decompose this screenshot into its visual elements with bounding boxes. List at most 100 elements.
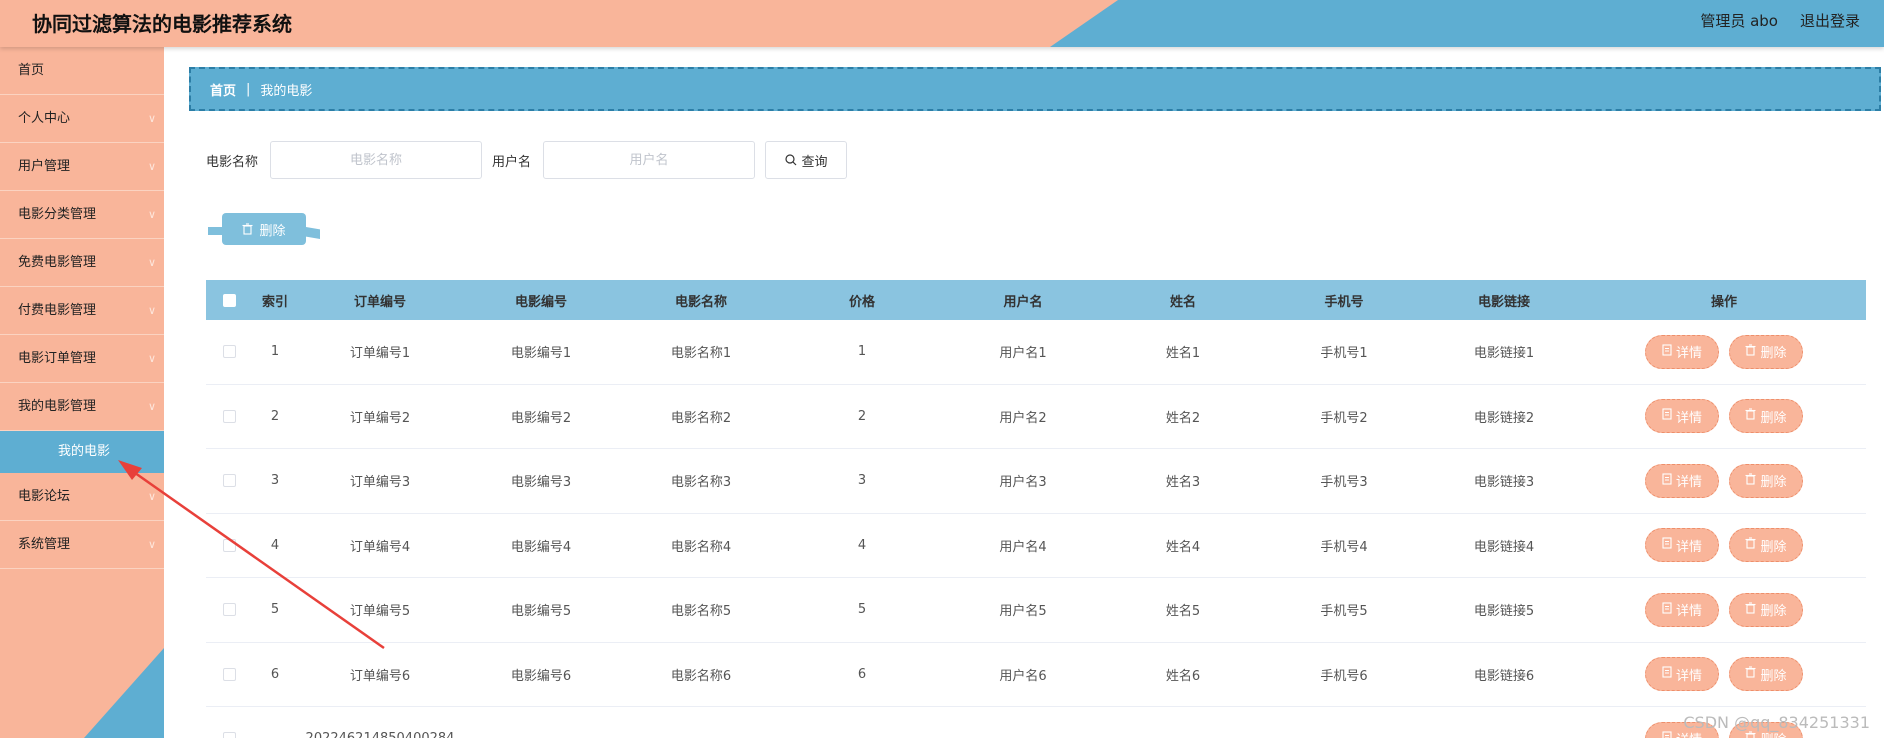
sidebar-item-6[interactable]: 电影订单管理 ∨ [0,335,164,383]
cell-phone: 手机号1 [1320,346,1368,362]
app-title: 协同过滤算法的电影推荐系统 [32,12,292,36]
cell-order-no: 订单编号6 [349,668,411,684]
cell-name: 姓名4 [1165,539,1201,555]
cell-index: 4 [270,537,280,553]
cell-movie-link: 电影链接6 [1473,668,1535,684]
cell-order-no: 202246214850400284 [298,731,462,738]
breadcrumb-home[interactable]: 首页 [210,80,236,99]
trash-icon [1745,473,1756,489]
logout-link[interactable]: 退出登录 [1800,10,1860,31]
detail-button[interactable]: 详情 [1645,399,1719,434]
cell-movie-link: 电影链接3 [1473,475,1535,491]
delete-button-label: 删除 [1760,539,1787,555]
col-header-movie-no: 电影编号 [514,294,567,310]
sidebar-item-2[interactable]: 用户管理 ∨ [0,143,164,191]
cell-movie-no: 电影编号5 [510,604,572,620]
cell-username: 用户名4 [999,539,1047,555]
cell-order-no: 订单编号2 [349,410,411,426]
sidebar-item-label: 电影论坛 [18,489,71,504]
delete-button-label: 删除 [1760,475,1787,491]
sidebar-item-3[interactable]: 电影分类管理 ∨ [0,191,164,239]
sidebar-subitem-my-movies[interactable]: 我的电影 [0,431,164,473]
col-header-actions: 操作 [1710,294,1737,310]
orders-table: 索引 订单编号 电影编号 电影名称 价格 用户名 姓名 手机号 电影链接 操作 … [206,280,1866,738]
row-checkbox[interactable] [222,603,236,617]
cell-movie-link: 电影链接4 [1473,539,1535,555]
detail-button[interactable]: 详情 [1645,463,1719,498]
cell-name: 姓名6 [1165,668,1201,684]
trash-icon [1745,408,1756,424]
cell-movie-name: 电影名称3 [670,475,732,491]
cell-username: 用户名6 [999,668,1047,684]
trash-icon [1745,666,1756,682]
sidebar-item-after-1[interactable]: 系统管理 ∨ [0,521,164,569]
main-content: 首页 | 我的电影 电影名称 用户名 查询 删除 索引 订单编号 电影编号 电影… [164,47,1884,738]
col-header-username: 用户名 [1003,294,1043,310]
sidebar-corner-decoration [84,648,164,738]
sidebar-item-5[interactable]: 付费电影管理 ∨ [0,287,164,335]
row-checkbox-cell [206,474,252,488]
document-icon [1662,408,1672,424]
chevron-down-icon: ∨ [147,208,156,221]
delete-button-label: 删除 [1760,604,1787,620]
delete-button[interactable]: 删除 [1729,463,1803,498]
sidebar-item-label: 首页 [18,63,45,78]
breadcrumb-separator: | [246,81,251,97]
cell-username: 用户名3 [999,475,1047,491]
cell-order-no: 订单编号4 [349,539,411,555]
sidebar-item-label: 个人中心 [18,111,71,126]
bulk-delete-button[interactable]: 删除 [208,213,306,245]
row-actions: 详情 删除 [1582,399,1866,434]
detail-button[interactable]: 详情 [1645,657,1719,692]
col-header-order-no: 订单编号 [353,294,406,310]
cell-order-no: 订单编号3 [349,475,411,491]
cell-phone: 手机号3 [1320,475,1368,491]
cell-movie-name: 电影名称4 [670,539,732,555]
row-checkbox[interactable] [222,474,236,488]
col-header-movie-name: 电影名称 [674,294,727,310]
row-checkbox[interactable] [222,345,236,359]
cell-movie-no: 电影编号4 [510,539,572,555]
trash-icon [1745,602,1756,618]
cell-username: 用户名5 [999,604,1047,620]
sidebar-item-after-0[interactable]: 电影论坛 ∨ [0,473,164,521]
sidebar-item-label: 用户管理 [18,159,71,174]
sidebar-item-7[interactable]: 我的电影管理 ∨ [0,383,164,431]
delete-button[interactable]: 删除 [1729,657,1803,692]
cell-phone: 手机号5 [1320,604,1368,620]
cell-price: 3 [857,473,867,489]
username-input[interactable] [543,141,756,179]
row-checkbox[interactable] [222,538,236,552]
chevron-down-icon: ∨ [147,352,156,365]
delete-button[interactable]: 删除 [1729,528,1803,563]
cell-movie-name: 电影名称6 [670,668,732,684]
sidebar-item-4[interactable]: 免费电影管理 ∨ [0,239,164,287]
sidebar-menu: 首页 个人中心 ∨ 用户管理 ∨ 电影分类管理 ∨ 免费电影管理 ∨ 付费电影管理 ∨ 电影订单管理 ∨… [0,47,164,569]
sidebar-item-label: 电影订单管理 [18,351,97,366]
detail-button[interactable]: 详情 [1645,528,1719,563]
table-row: 2 订单编号2 电影编号2 电影名称2 2 用户名2 姓名2 手机号2 电影链接2 详情 删除 [206,385,1866,449]
query-button[interactable]: 查询 [765,141,848,179]
movie-name-input[interactable] [270,141,483,179]
row-checkbox-cell [206,345,252,359]
detail-button[interactable]: 详情 [1645,592,1719,627]
current-user[interactable]: 管理员 abo [1700,10,1778,31]
row-checkbox[interactable] [222,732,236,738]
cell-index: 3 [270,473,280,489]
detail-button[interactable]: 详情 [1645,334,1719,369]
delete-button[interactable]: 删除 [1729,592,1803,627]
delete-button[interactable]: 删除 [1729,334,1803,369]
cell-order-no: 订单编号5 [349,604,411,620]
document-icon [1662,473,1672,489]
sidebar-item-0[interactable]: 首页 [0,47,164,95]
col-header-name: 姓名 [1169,294,1196,310]
delete-button[interactable]: 删除 [1729,399,1803,434]
cell-movie-link: 电影链接5 [1473,604,1535,620]
cell-name: 姓名3 [1165,475,1201,491]
select-all-checkbox[interactable] [222,293,236,307]
cell-name: 姓名1 [1165,346,1201,362]
sidebar-item-1[interactable]: 个人中心 ∨ [0,95,164,143]
row-checkbox[interactable] [222,409,236,423]
row-checkbox[interactable] [222,667,236,681]
delete-button-label: 删除 [1760,668,1787,684]
